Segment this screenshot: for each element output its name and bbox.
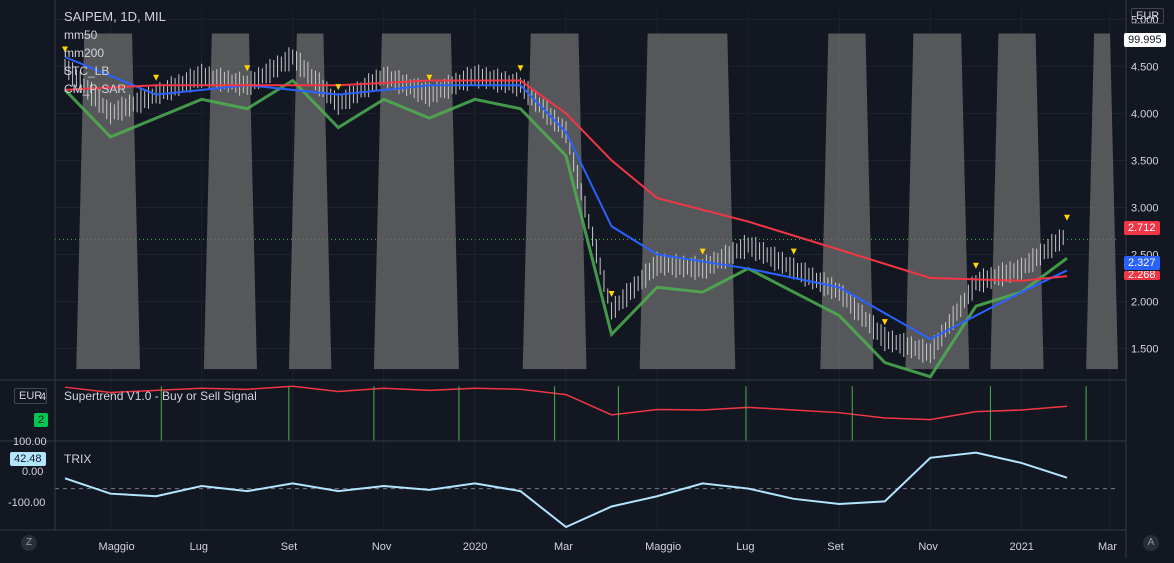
chart-root: 5.0004.5004.0003.5003.0002.5002.0001.500… [0,0,1174,558]
stc-lb-area [60,33,1118,370]
trix-tick-minus100: -100.00 [8,497,46,509]
legend-item-stc[interactable]: STC_LB [64,62,166,80]
time-axis-label: 2021 [1009,541,1034,553]
time-axis-label: Maggio [645,541,682,553]
time-axis-label: Set [280,541,298,553]
trix-tick-0: 0.00 [22,466,44,478]
psar-marker [1064,214,1071,221]
supertrend-signal-badge: 2 [34,413,49,427]
time-axis-label: 2020 [462,541,488,553]
mm200-badge: 2.268 [1124,271,1160,280]
time-axis-label: Lug [189,541,208,553]
chart-canvas: 5.0004.5004.0003.5003.0002.5002.0001.500 [0,0,1159,558]
trix-label: TRIX [64,452,92,466]
price-tick-label: 4.000 [1131,108,1159,120]
psar-marker [335,84,342,91]
psar-marker [972,262,979,269]
top-value-badge: 99.995 [1124,33,1166,47]
time-axis-label: Set [827,541,844,553]
price-tick-label: 3.000 [1131,202,1159,214]
psar-marker [790,248,797,255]
time-axis-label: Lug [736,541,755,553]
zoom-corner-button[interactable]: Z [21,535,37,551]
time-axis-label: Mar [554,541,573,553]
mm50-badge: 2.327 [1124,256,1160,270]
currency-label[interactable]: EUR [1131,8,1165,24]
supertrend-label: Supertrend V1.0 - Buy or Sell Signal [64,389,257,403]
psar-marker [517,65,524,72]
stc-fill [60,33,1118,370]
auto-scale-button[interactable]: A [1143,535,1159,551]
trix-tick-100: 100.00 [13,436,47,448]
chart-legend: SAIPEM, 1D, MIL mm50 mm200 STC_LB CM_P-S… [64,8,166,98]
psar-marker [881,319,888,326]
supertrend-tick: 4 [40,391,47,403]
time-axis-label: Mar [1098,541,1117,553]
price-tick-label: 3.500 [1131,155,1159,167]
trix-value-badge: 42.48 [10,452,46,466]
legend-item-mm200[interactable]: mm200 [64,44,166,62]
chart-title: SAIPEM, 1D, MIL [64,9,166,24]
last-price-badge: 2.712 [1124,221,1160,235]
price-tick-label: 1.500 [1131,343,1159,355]
time-axis-label: Nov [918,541,938,553]
psar-marker [608,290,615,297]
price-tick-label: 2.000 [1131,296,1159,308]
time-axis-label: Maggio [98,541,135,553]
trix-pane [55,451,1118,529]
legend-item-psar[interactable]: CM_P-SAR [64,80,166,98]
price-tick-label: 4.500 [1131,61,1159,73]
time-axis-label: Nov [371,541,392,553]
legend-item-mm50[interactable]: mm50 [64,26,166,44]
